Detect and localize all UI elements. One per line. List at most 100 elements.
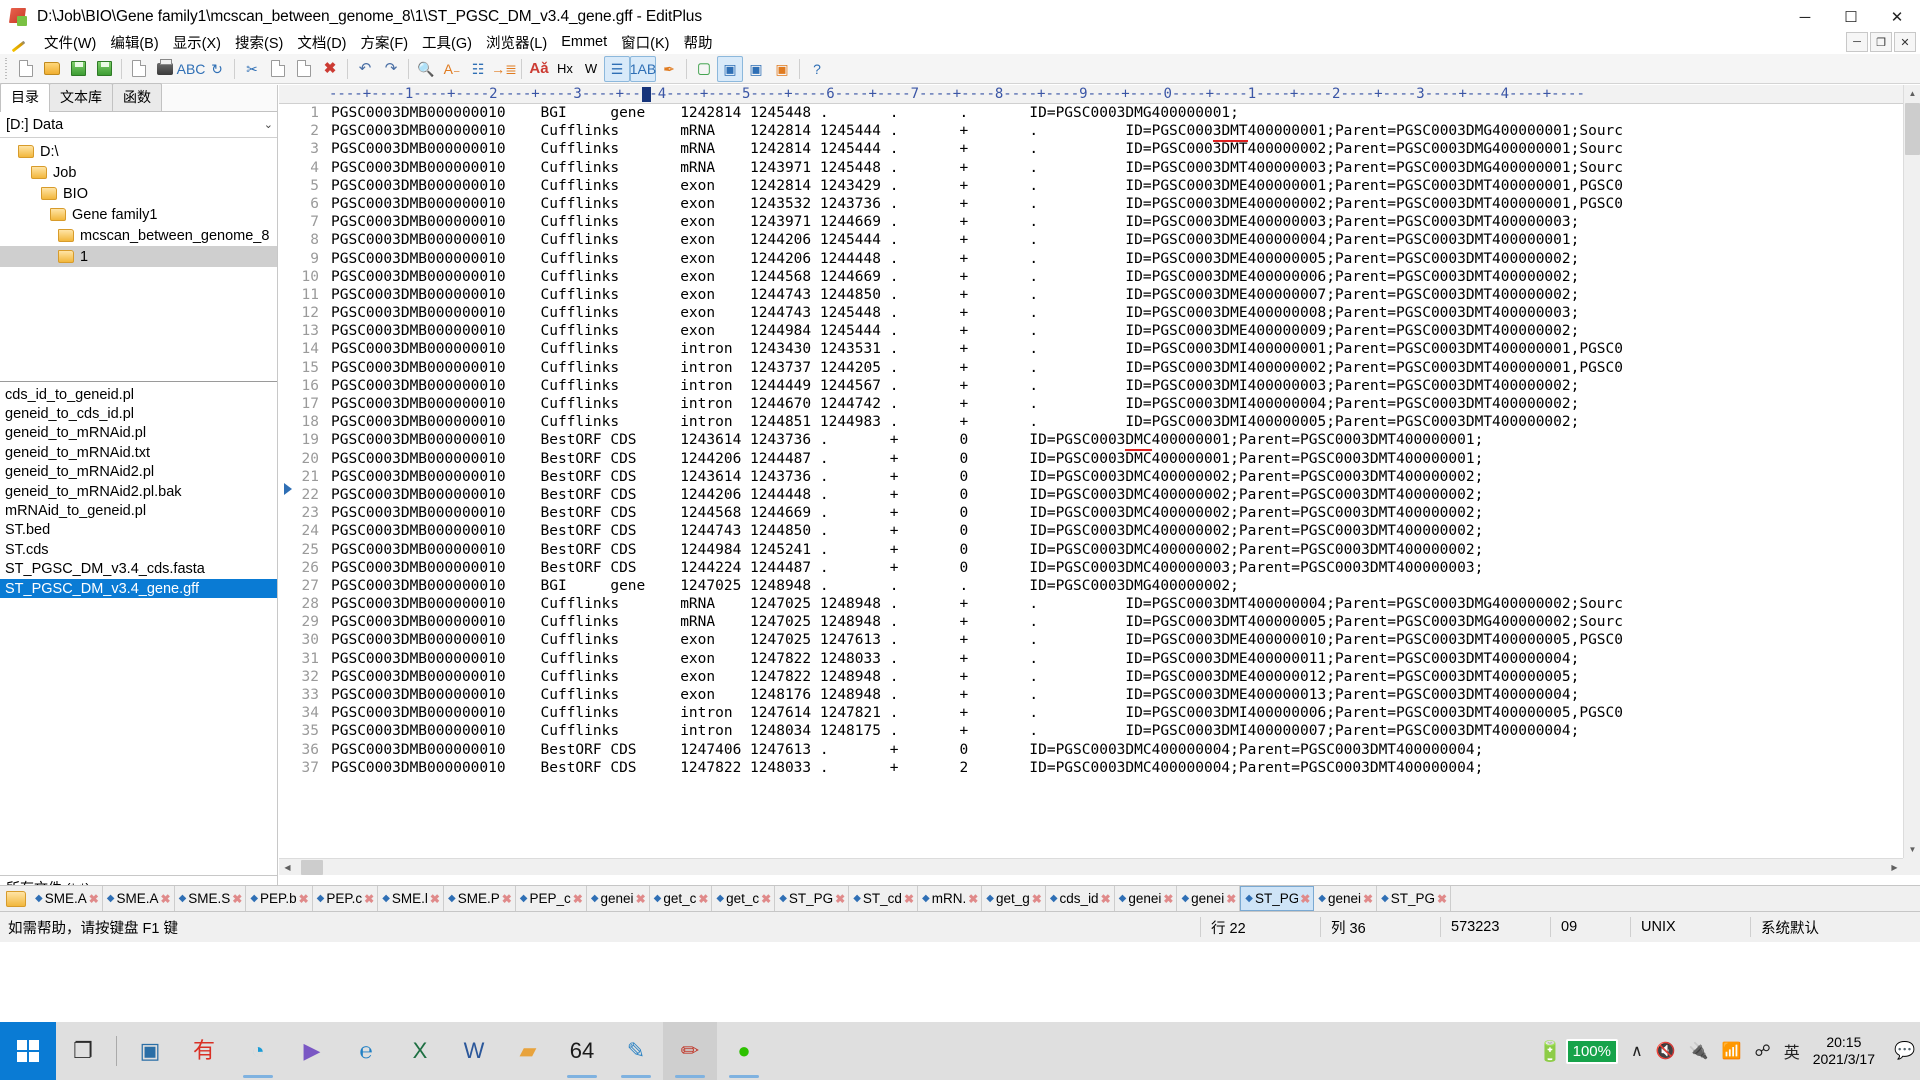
code-line-text[interactable]: PGSC0003DMB000000010 Cufflinks exon 1244… — [331, 250, 1579, 268]
code-line[interactable]: 13 PGSC0003DMB000000010 Cufflinks exon 12… — [279, 322, 1903, 340]
document-tab[interactable]: ◆ ST_cd ✖ — [849, 886, 919, 911]
code-line-text[interactable]: PGSC0003DMB000000010 BestORF CDS 1244206… — [331, 486, 1483, 504]
file-explorer-icon[interactable]: ▰ — [501, 1022, 555, 1080]
scroll-right-icon[interactable]: ▶ — [1886, 859, 1903, 876]
code-line[interactable]: 15 PGSC0003DMB000000010 Cufflinks intron … — [279, 359, 1903, 377]
tree-item-mcscan[interactable]: mcscan_between_genome_8 — [0, 225, 277, 246]
find-icon[interactable]: 🔍 — [413, 56, 439, 82]
document-tab[interactable]: ◆ PEP.c ✖ — [313, 886, 379, 911]
code-line[interactable]: 7 PGSC0003DMB000000010 Cufflinks exon 124… — [279, 213, 1903, 231]
file-list-item[interactable]: ST.cds — [0, 540, 277, 559]
chevron-up-icon[interactable]: ∧ — [1631, 1041, 1643, 1061]
code-line-text[interactable]: PGSC0003DMB000000010 BGI gene 1242814 12… — [331, 104, 1239, 122]
print-icon[interactable] — [152, 56, 178, 82]
close-tab-icon[interactable]: ✖ — [1300, 892, 1310, 906]
edge-browser-icon[interactable]: ◔ — [231, 1022, 285, 1080]
code-line-text[interactable]: PGSC0003DMB000000010 Cufflinks exon 1248… — [331, 686, 1579, 704]
menu-item-search[interactable]: 搜索(S) — [228, 30, 290, 55]
code-line-text[interactable]: PGSC0003DMB000000010 Cufflinks mRNA 1242… — [331, 122, 1623, 143]
clock[interactable]: 20:15 2021/3/17 — [1813, 1034, 1881, 1069]
close-tab-icon[interactable]: ✖ — [573, 892, 583, 906]
spell-check-icon[interactable]: ABC — [177, 56, 206, 82]
close-tab-icon[interactable]: ✖ — [761, 892, 771, 906]
code-line-text[interactable]: PGSC0003DMB000000010 Cufflinks exon 1247… — [331, 650, 1579, 668]
code-line[interactable]: 25 PGSC0003DMB000000010 BestORF CDS 12449… — [279, 541, 1903, 559]
reload-icon[interactable]: ↻ — [204, 56, 230, 82]
code-line[interactable]: 16 PGSC0003DMB000000010 Cufflinks intron … — [279, 377, 1903, 395]
vertical-scrollbar[interactable]: ▲ ▼ — [1903, 85, 1920, 858]
document-tab[interactable]: ◆ ST_PG ✖ — [1377, 886, 1452, 911]
copy-icon[interactable] — [265, 56, 291, 82]
delete-icon[interactable]: ✖ — [317, 56, 343, 82]
code-line-text[interactable]: PGSC0003DMB000000010 Cufflinks mRNA 1242… — [331, 140, 1623, 158]
file-list-item[interactable]: mRNAid_to_geneid.pl — [0, 501, 277, 520]
virtualbox-icon[interactable]: ▣ — [123, 1022, 177, 1080]
code-line[interactable]: 17 PGSC0003DMB000000010 Cufflinks intron … — [279, 395, 1903, 413]
menu-item-window[interactable]: 窗口(K) — [614, 30, 676, 55]
menu-item-help[interactable]: 帮助 — [676, 30, 719, 55]
tree-item-1[interactable]: 1 — [0, 246, 277, 267]
code-line[interactable]: 32 PGSC0003DMB000000010 Cufflinks exon 12… — [279, 668, 1903, 686]
code-line-text[interactable]: PGSC0003DMB000000010 Cufflinks exon 1247… — [331, 668, 1579, 686]
document-tab[interactable]: ◆ ST_PG ✖ — [775, 886, 850, 911]
code-text-area[interactable]: 1 PGSC0003DMB000000010 BGI gene 1242814 1… — [279, 104, 1903, 858]
tree-item-root[interactable]: D:\ — [0, 141, 277, 162]
paste-icon[interactable] — [291, 56, 317, 82]
code-line-text[interactable]: PGSC0003DMB000000010 BestORF CDS 1244743… — [331, 522, 1483, 540]
tree-item-gene-family1[interactable]: Gene family1 — [0, 204, 277, 225]
code-line[interactable]: 8 PGSC0003DMB000000010 Cufflinks exon 124… — [279, 231, 1903, 249]
file-list-item[interactable]: cds_id_to_geneid.pl — [0, 385, 277, 404]
code-line[interactable]: 36 PGSC0003DMB000000010 BestORF CDS 12474… — [279, 741, 1903, 759]
excel-icon[interactable]: X — [393, 1022, 447, 1080]
code-line[interactable]: 30 PGSC0003DMB000000010 Cufflinks exon 12… — [279, 631, 1903, 649]
code-line-text[interactable]: PGSC0003DMB000000010 Cufflinks exon 1244… — [331, 268, 1579, 286]
code-line-text[interactable]: PGSC0003DMB000000010 Cufflinks mRNA 1247… — [331, 595, 1623, 613]
battery-status-icon[interactable]: 🔋 100% — [1538, 1038, 1618, 1064]
preview-browser-icon[interactable]: ▢ — [691, 56, 717, 82]
doc-restore-button[interactable]: ❐ — [1870, 32, 1892, 52]
code-line-text[interactable]: PGSC0003DMB000000010 Cufflinks intron 12… — [331, 377, 1579, 395]
file-list-item[interactable]: geneid_to_mRNAid2.pl — [0, 463, 277, 482]
file-list-item[interactable]: geneid_to_mRNAid.txt — [0, 443, 277, 462]
notification-center-icon[interactable]: 💬 — [1894, 1041, 1915, 1061]
tree-item-bio[interactable]: BIO — [0, 183, 277, 204]
menu-item-edit[interactable]: 编辑(B) — [103, 30, 165, 55]
code-line-text[interactable]: PGSC0003DMB000000010 BestORF CDS 1247822… — [331, 759, 1483, 777]
code-line[interactable]: 9 PGSC0003DMB000000010 Cufflinks exon 124… — [279, 250, 1903, 268]
new-file-icon[interactable] — [13, 56, 39, 82]
code-line-text[interactable]: PGSC0003DMB000000010 BestORF CDS 1244984… — [331, 541, 1483, 559]
scroll-down-icon[interactable]: ▼ — [1904, 841, 1920, 858]
cut-icon[interactable]: ✂ — [239, 56, 265, 82]
media-player-icon[interactable]: ▶ — [285, 1022, 339, 1080]
sidebar-tab-function[interactable]: 函数 — [112, 83, 162, 111]
code-line[interactable]: 4 PGSC0003DMB000000010 Cufflinks mRNA 124… — [279, 159, 1903, 177]
code-line-text[interactable]: PGSC0003DMB000000010 Cufflinks intron 12… — [331, 340, 1623, 358]
code-line[interactable]: 12 PGSC0003DMB000000010 Cufflinks exon 12… — [279, 304, 1903, 322]
code-line[interactable]: 24 PGSC0003DMB000000010 BestORF CDS 12447… — [279, 522, 1903, 540]
document-tab[interactable]: ◆ SME.P ✖ — [444, 886, 516, 911]
code-line[interactable]: 21 PGSC0003DMB000000010 BestORF CDS 12436… — [279, 468, 1903, 486]
status-encoding[interactable]: UNIX — [1630, 917, 1750, 937]
code-line-text[interactable]: PGSC0003DMB000000010 Cufflinks exon 1242… — [331, 177, 1623, 195]
code-line-text[interactable]: PGSC0003DMB000000010 Cufflinks exon 1244… — [331, 286, 1579, 304]
code-line[interactable]: 29 PGSC0003DMB000000010 Cufflinks mRNA 12… — [279, 613, 1903, 631]
file-list-item[interactable]: geneid_to_mRNAid2.pl.bak — [0, 482, 277, 501]
terminal-icon[interactable]: 64 — [555, 1022, 609, 1080]
menu-item-document[interactable]: 文档(D) — [290, 30, 353, 55]
document-tab[interactable]: ◆ genei ✖ — [587, 886, 650, 911]
bluetooth-icon[interactable]: ☍ — [1754, 1041, 1770, 1061]
vertical-scroll-thumb[interactable] — [1905, 103, 1920, 155]
status-charset[interactable]: 系统默认 — [1750, 917, 1920, 937]
youdao-dict-icon[interactable]: 有 — [177, 1022, 231, 1080]
code-line[interactable]: 11 PGSC0003DMB000000010 Cufflinks exon 12… — [279, 286, 1903, 304]
close-tab-icon[interactable]: ✖ — [232, 892, 242, 906]
word-wrap-icon[interactable]: W — [578, 56, 604, 82]
code-line[interactable]: 19 PGSC0003DMB000000010 BestORF CDS 12436… — [279, 431, 1903, 452]
scroll-up-icon[interactable]: ▲ — [1904, 85, 1920, 102]
file-list-item[interactable]: geneid_to_cds_id.pl — [0, 404, 277, 423]
code-line-text[interactable]: PGSC0003DMB000000010 Cufflinks exon 1243… — [331, 213, 1579, 231]
code-line-text[interactable]: PGSC0003DMB000000010 BestORF CDS 1244224… — [331, 559, 1483, 577]
doc-close-button[interactable]: ✕ — [1894, 32, 1916, 52]
code-line[interactable]: 18 PGSC0003DMB000000010 Cufflinks intron … — [279, 413, 1903, 431]
volume-muted-icon[interactable]: 🔇 — [1656, 1041, 1676, 1061]
